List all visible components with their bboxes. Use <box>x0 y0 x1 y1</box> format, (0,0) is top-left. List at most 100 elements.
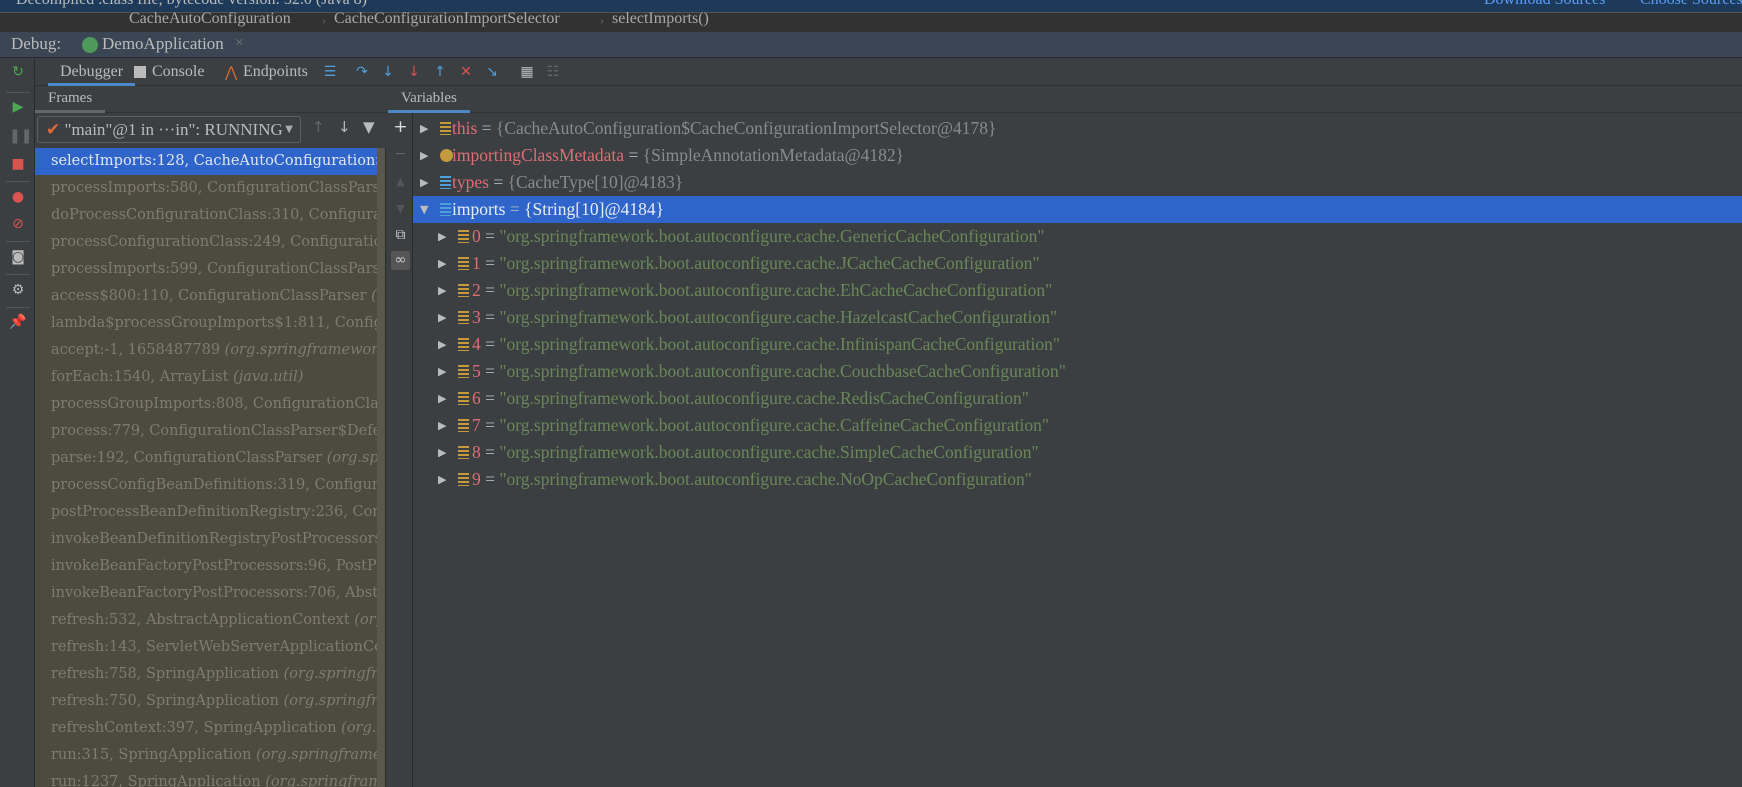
frames-scrollbar[interactable] <box>377 148 385 787</box>
frame-row[interactable]: refresh:750, SpringApplication (org.spri… <box>35 688 385 715</box>
frame-row[interactable]: processImports:599, ConfigurationClassPa… <box>35 256 385 283</box>
view-breakpoints-icon[interactable]: ● <box>9 188 27 206</box>
frame-row[interactable]: postProcessBeanDefinitionRegistry:236, C… <box>35 499 385 526</box>
collapsed-arrow-icon[interactable]: ▶ <box>438 412 446 439</box>
step-into-icon[interactable]: ↓ <box>379 63 397 81</box>
add-watch-icon[interactable]: + <box>391 118 410 137</box>
imports-element-row[interactable]: ▶ 1 = "org.springframework.boot.autoconfi… <box>413 250 1742 277</box>
tab-variables[interactable]: Variables <box>388 86 470 113</box>
trace-icon[interactable]: ☷ <box>544 63 562 81</box>
collapsed-arrow-icon[interactable]: ▶ <box>420 169 428 196</box>
resume-icon[interactable]: ▶ <box>9 98 27 116</box>
imports-element-row[interactable]: ▶ 3 = "org.springframework.boot.autoconfi… <box>413 304 1742 331</box>
move-down-icon[interactable]: ▼ <box>391 199 410 218</box>
imports-element-row[interactable]: ▶ 6 = "org.springframework.boot.autoconfi… <box>413 385 1742 412</box>
gear-icon[interactable]: ⚙ <box>9 281 27 299</box>
breadcrumb-class[interactable]: CacheAutoConfiguration <box>129 10 291 28</box>
frame-row[interactable]: processImports:580, ConfigurationClassPa… <box>35 175 385 202</box>
step-over-icon[interactable]: ↷ <box>353 63 371 81</box>
frame-row[interactable]: access$800:110, ConfigurationClassParser… <box>35 283 385 310</box>
frame-row[interactable]: invokeBeanFactoryPostProcessors:706, Abs… <box>35 580 385 607</box>
collapsed-arrow-icon[interactable]: ▶ <box>438 223 446 250</box>
filter-icon[interactable]: ▼ <box>363 118 375 136</box>
frame-row[interactable]: forEach:1540, ArrayList (java.util) <box>35 364 385 391</box>
imports-element-row[interactable]: ▶ 7 = "org.springframework.boot.autoconfi… <box>413 412 1742 439</box>
drop-frame-icon[interactable]: ✕ <box>457 63 475 81</box>
frame-row[interactable]: refresh:143, ServletWebServerApplication… <box>35 634 385 661</box>
expanded-arrow-icon[interactable]: ▼ <box>420 196 428 223</box>
tab-debugger[interactable]: Debugger <box>48 58 136 86</box>
show-watches-icon[interactable]: ∞ <box>391 251 410 270</box>
force-step-into-icon[interactable]: ↓ <box>405 63 423 81</box>
variable-row-this[interactable]: ▶ this = {CacheAutoConfiguration$CacheCon… <box>413 115 1742 142</box>
session-tab-demoapplication[interactable]: DemoApplication <box>102 34 224 54</box>
pin-icon[interactable]: 📌 <box>9 313 27 331</box>
move-up-icon[interactable]: ▲ <box>391 172 410 191</box>
element-value: "org.springframework.boot.autoconfigure.… <box>499 280 1053 300</box>
next-frame-icon[interactable]: ↓ <box>338 118 351 136</box>
element-value: "org.springframework.boot.autoconfigure.… <box>499 334 1061 354</box>
collapsed-arrow-icon[interactable]: ▶ <box>420 115 428 142</box>
rerun-icon[interactable]: ↻ <box>9 63 27 81</box>
debug-label: Debug: <box>11 34 62 53</box>
imports-element-row[interactable]: ▶ 4 = "org.springframework.boot.autoconfi… <box>413 331 1742 358</box>
collapsed-arrow-icon[interactable]: ▶ <box>438 439 446 466</box>
frame-row[interactable]: invokeBeanDefinitionRegistryPostProcesso… <box>35 526 385 553</box>
run-to-cursor-icon[interactable]: ↘ <box>483 63 501 81</box>
frame-row[interactable]: process:779, ConfigurationClassParser$De… <box>35 418 385 445</box>
frame-row[interactable]: processConfigurationClass:249, Configura… <box>35 229 385 256</box>
camera-icon[interactable]: ◙ <box>9 248 27 266</box>
variable-row-types[interactable]: ▶ types = {CacheType[10]@4183} <box>413 169 1742 196</box>
breadcrumb-method[interactable]: selectImports() <box>612 10 709 28</box>
imports-element-row[interactable]: ▶ 8 = "org.springframework.boot.autoconfi… <box>413 439 1742 466</box>
collapsed-arrow-icon[interactable]: ▶ <box>420 142 428 169</box>
thread-selector[interactable]: ✔ "main"@1 in ···in": RUNNING ▼ <box>37 116 301 143</box>
evaluate-expression-icon[interactable]: ▦ <box>518 63 536 81</box>
collapsed-arrow-icon[interactable]: ▶ <box>438 331 446 358</box>
imports-element-row[interactable]: ▶ 5 = "org.springframework.boot.autoconfi… <box>413 358 1742 385</box>
frame-row[interactable]: run:315, SpringApplication (org.springfr… <box>35 742 385 769</box>
frame-row[interactable]: parse:192, ConfigurationClassParser (org… <box>35 445 385 472</box>
frame-row[interactable]: refresh:758, SpringApplication (org.spri… <box>35 661 385 688</box>
imports-element-row[interactable]: ▶ 9 = "org.springframework.boot.autoconfi… <box>413 466 1742 493</box>
previous-frame-icon[interactable]: ↑ <box>312 118 325 136</box>
variable-row-imports[interactable]: ▼ imports = {String[10]@4184} <box>413 196 1742 223</box>
frame-row[interactable]: processConfigBeanDefinitions:319, Config… <box>35 472 385 499</box>
collapsed-arrow-icon[interactable]: ▶ <box>438 358 446 385</box>
tab-frames[interactable]: Frames <box>35 86 106 113</box>
collapsed-arrow-icon[interactable]: ▶ <box>438 250 446 277</box>
imports-element-row[interactable]: ▶ 0 = "org.springframework.boot.autoconfi… <box>413 223 1742 250</box>
stop-icon[interactable]: ■ <box>9 155 27 173</box>
frame-row[interactable]: accept:-1, 1658487789 (org.springframewo… <box>35 337 385 364</box>
collapsed-arrow-icon[interactable]: ▶ <box>438 466 446 493</box>
frame-row[interactable]: processGroupImports:808, ConfigurationCl… <box>35 391 385 418</box>
breadcrumb-inner-class[interactable]: CacheConfigurationImportSelector <box>334 10 560 28</box>
copy-icon[interactable]: ⧉ <box>391 226 410 245</box>
show-execution-point-icon[interactable]: ☰ <box>321 63 339 81</box>
frame-row[interactable]: invokeBeanFactoryPostProcessors:96, Post… <box>35 553 385 580</box>
frame-row[interactable]: lambda$processGroupImports$1:811, Config… <box>35 310 385 337</box>
debugger-toolbar: Debugger Console ⋀ Endpoints ☰ ↷ ↓ ↓ ↑ ✕… <box>35 58 1742 86</box>
choose-sources-link[interactable]: Choose Sources... <box>1640 0 1742 9</box>
collapsed-arrow-icon[interactable]: ▶ <box>438 277 446 304</box>
tab-endpoints[interactable]: Endpoints <box>243 58 308 86</box>
variable-text: 5 = "org.springframework.boot.autoconfig… <box>472 358 1066 385</box>
remove-watch-icon[interactable]: − <box>391 145 410 164</box>
tab-console[interactable]: Console <box>152 58 204 86</box>
step-out-icon[interactable]: ↑ <box>431 63 449 81</box>
close-session-icon[interactable]: × <box>235 35 243 52</box>
variable-row-importingClassMetadata[interactable]: ▶ importingClassMetadata = {SimpleAnnotat… <box>413 142 1742 169</box>
frame-row[interactable]: refreshContext:397, SpringApplication (o… <box>35 715 385 742</box>
frame-row[interactable]: refresh:532, AbstractApplicationContext … <box>35 607 385 634</box>
mute-breakpoints-icon[interactable]: ⊘ <box>9 215 27 233</box>
pause-icon[interactable]: ❚❚ <box>9 127 32 145</box>
collapsed-arrow-icon[interactable]: ▶ <box>438 304 446 331</box>
variable-name: importingClassMetadata <box>452 145 625 165</box>
frame-row[interactable]: selectImports:128, CacheAutoConfiguratio… <box>35 148 385 175</box>
frame-method: parse:192, ConfigurationClassParser <box>51 450 327 466</box>
frame-row[interactable]: doProcessConfigurationClass:310, Configu… <box>35 202 385 229</box>
download-sources-link[interactable]: Download Sources <box>1484 0 1605 9</box>
imports-element-row[interactable]: ▶ 2 = "org.springframework.boot.autoconfi… <box>413 277 1742 304</box>
frame-row[interactable]: run:1237, SpringApplication (org.springf… <box>35 769 385 787</box>
collapsed-arrow-icon[interactable]: ▶ <box>438 385 446 412</box>
